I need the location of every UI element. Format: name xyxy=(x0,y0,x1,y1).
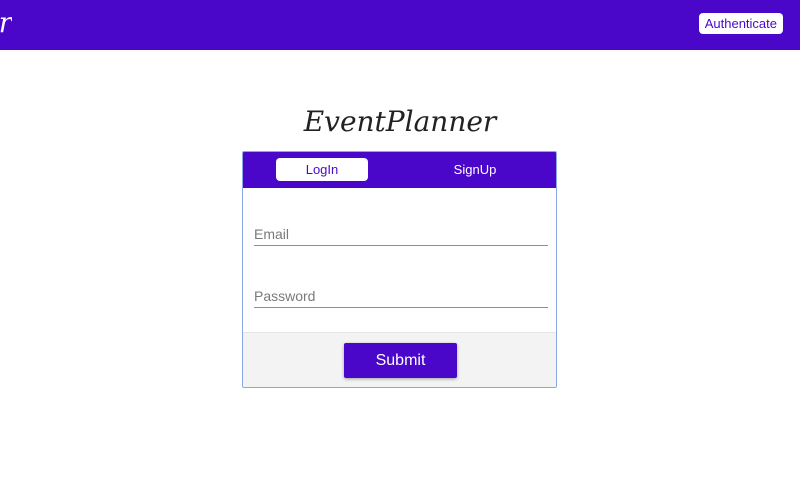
auth-card: LogIn SignUp Submit xyxy=(242,151,557,388)
page-title: EventPlanner xyxy=(303,105,497,138)
authenticate-button[interactable]: Authenticate xyxy=(698,13,783,34)
top-navbar: r Authenticate xyxy=(0,0,800,50)
brand-logo[interactable]: r xyxy=(0,8,12,38)
tab-signup[interactable]: SignUp xyxy=(429,158,521,181)
email-field[interactable] xyxy=(254,222,548,246)
auth-tabs: LogIn SignUp xyxy=(243,152,556,188)
submit-button[interactable]: Submit xyxy=(344,343,457,378)
tab-login[interactable]: LogIn xyxy=(276,158,368,181)
form-footer: Submit xyxy=(243,332,556,387)
password-field[interactable] xyxy=(254,284,548,308)
page: r Authenticate EventPlanner LogIn SignUp… xyxy=(0,0,800,500)
